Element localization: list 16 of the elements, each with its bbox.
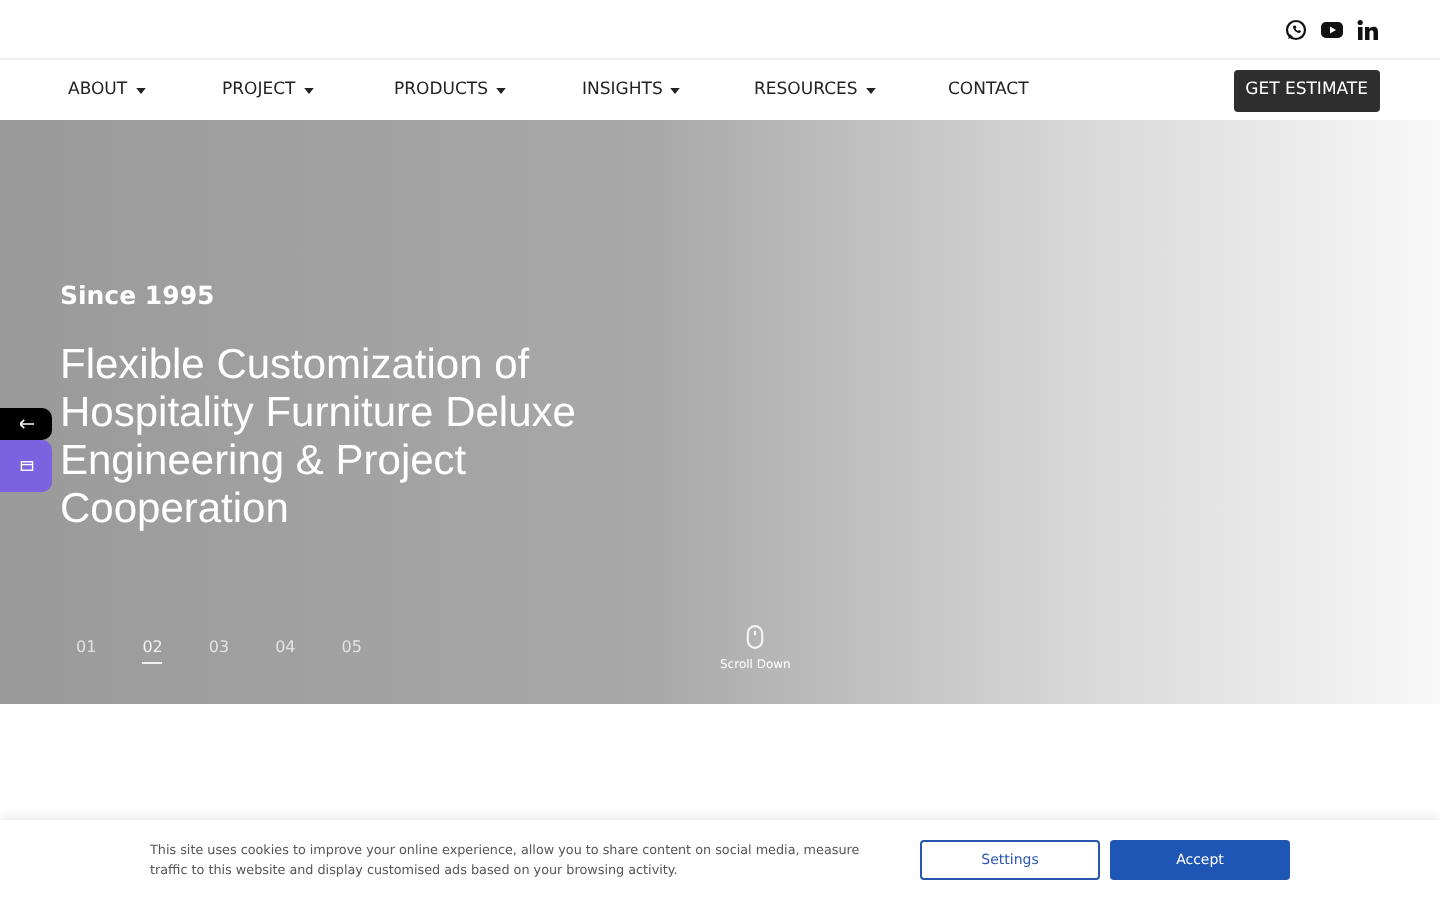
- back-arrow-button[interactable]: [0, 408, 52, 440]
- nav-link[interactable]: RESOURCES: [754, 80, 948, 100]
- nav-link[interactable]: PRODUCTS: [394, 80, 582, 100]
- linkedin-icon[interactable]: [1356, 17, 1380, 41]
- get-estimate-button[interactable]: GET ESTIMATE: [1233, 69, 1380, 111]
- hero-title: Flexible Customization of Hospitality Furniture Deluxe Engineering & Project Cooperation: [60, 342, 578, 534]
- nav-link[interactable]: PROJECT: [222, 80, 394, 100]
- mouse-icon: [746, 624, 765, 650]
- mail-icon: [19, 460, 33, 472]
- left-arrow-icon: [19, 418, 33, 430]
- youtube-icon[interactable]: [1320, 17, 1344, 41]
- whatsapp-icon[interactable]: [1284, 17, 1308, 41]
- nav-link[interactable]: ABOUT: [68, 80, 222, 100]
- hero-eyebrow: Since 1995: [60, 280, 217, 310]
- nav-link[interactable]: CONTACT: [948, 80, 1029, 100]
- nav-link[interactable]: INSIGHTS: [582, 80, 754, 100]
